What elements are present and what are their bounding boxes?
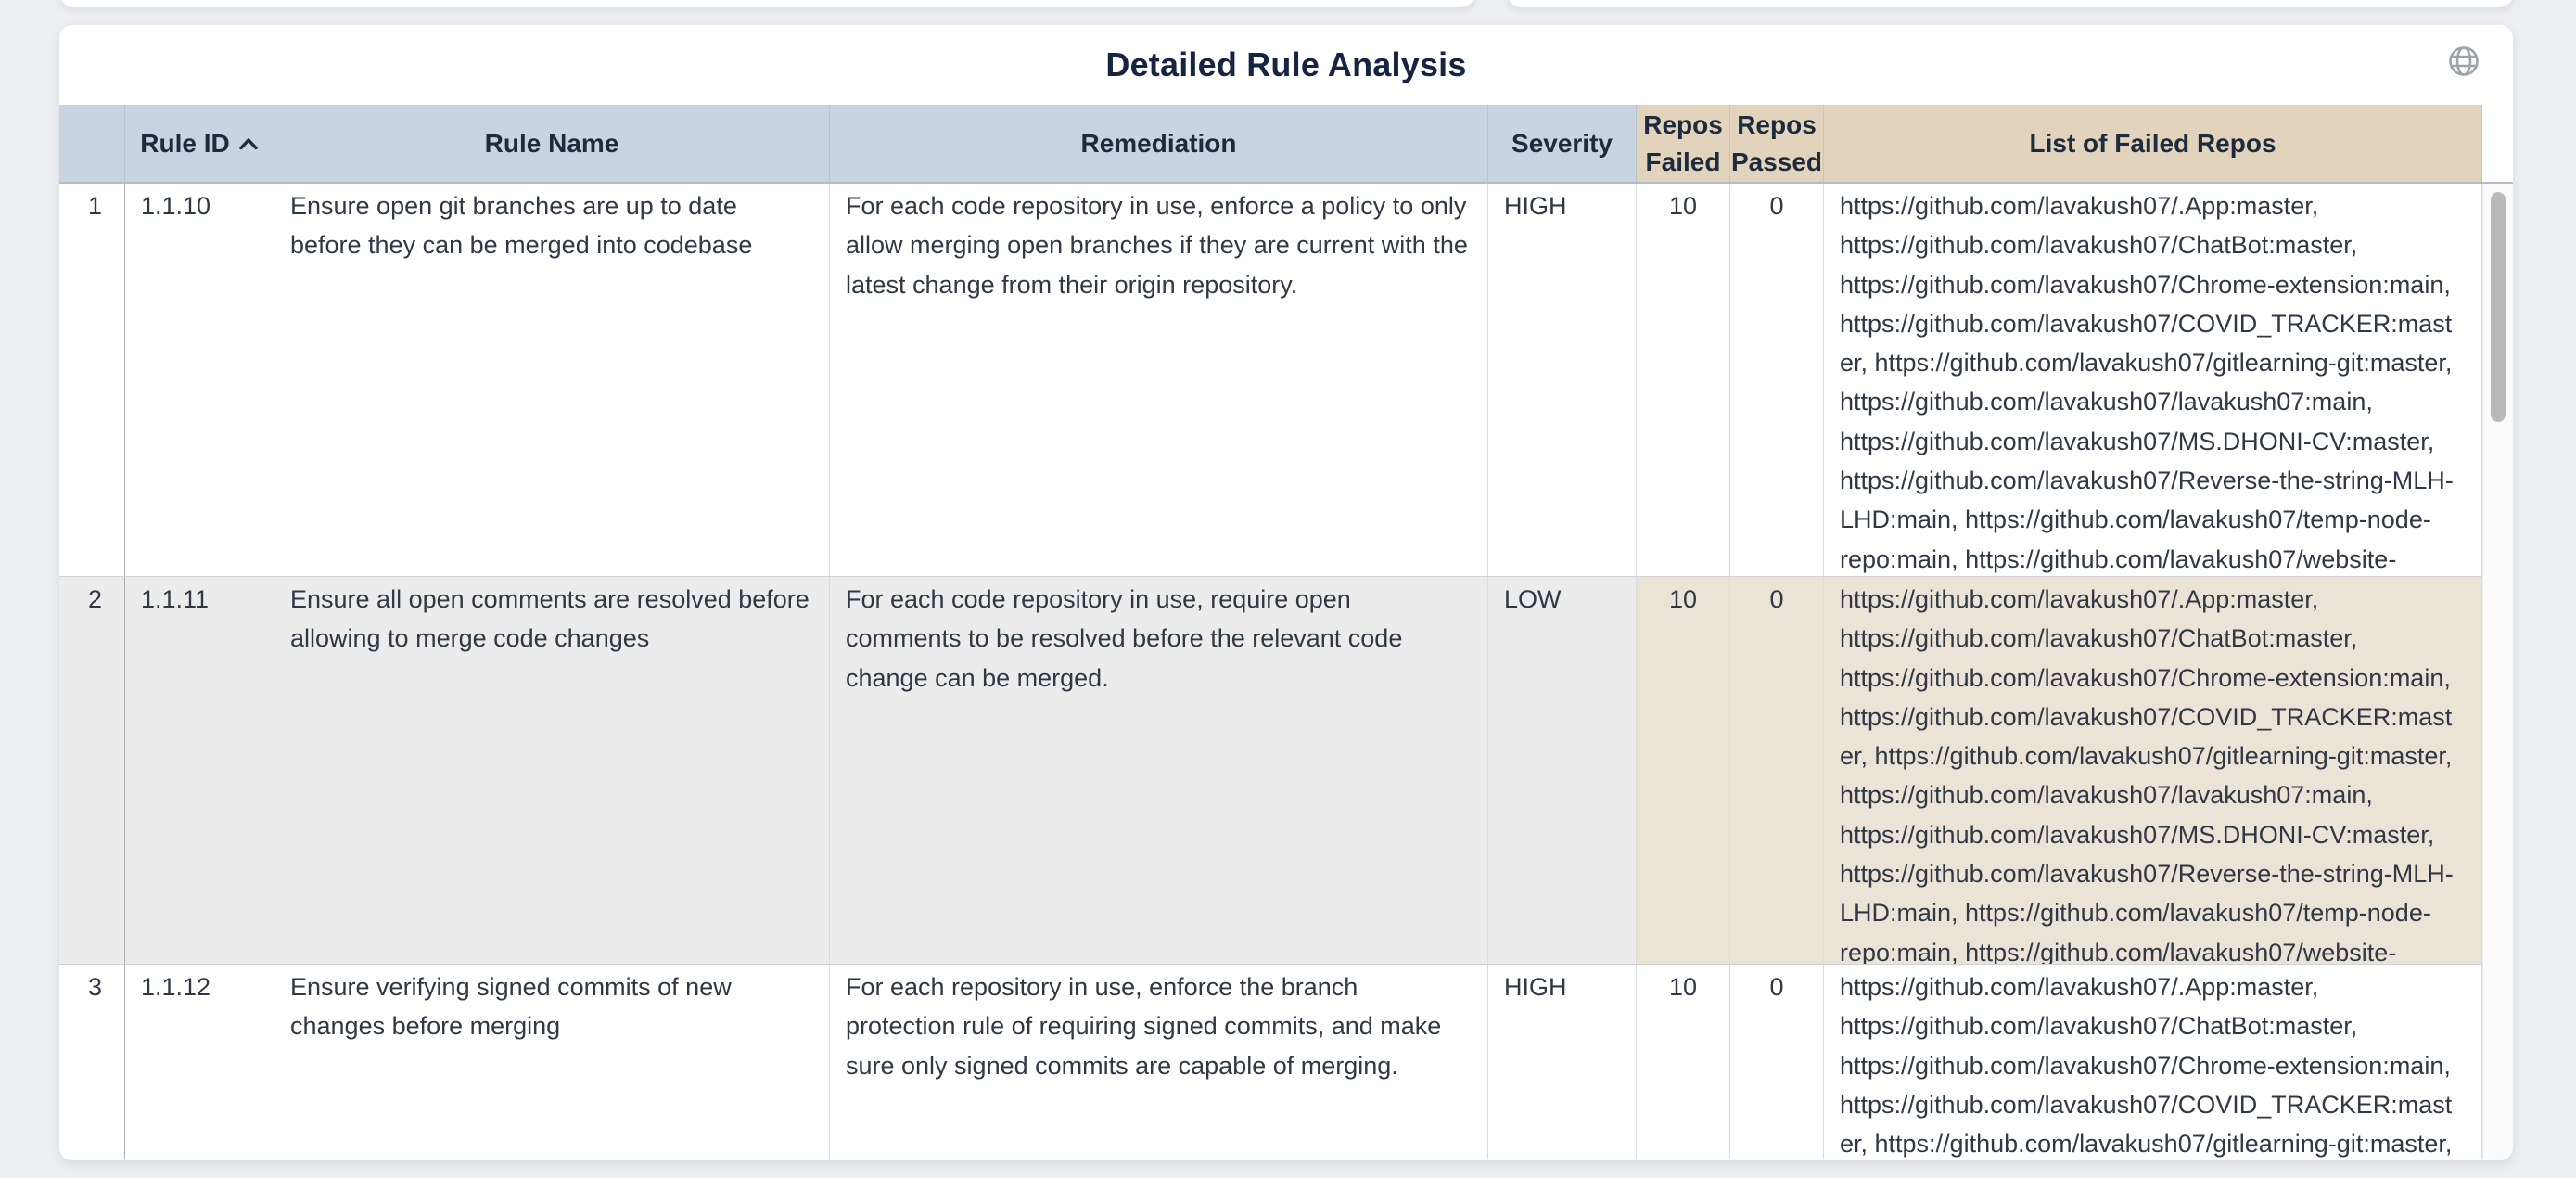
- header-row-index: [59, 105, 125, 182]
- globe-icon[interactable]: [2448, 45, 2480, 77]
- page-title: Detailed Rule Analysis: [59, 25, 2513, 105]
- header-rule-id-label: Rule ID: [140, 125, 229, 162]
- row-index: 2: [59, 577, 125, 964]
- vertical-scrollbar-thumb[interactable]: [2491, 192, 2506, 422]
- repos-failed-cell: 10: [1637, 577, 1730, 964]
- repos-passed-cell: 0: [1730, 965, 1824, 1159]
- rule-id-cell: 1.1.11: [125, 577, 274, 964]
- sort-ascending-icon[interactable]: [238, 136, 259, 151]
- table-row: 1 1.1.10 Ensure open git branches are up…: [59, 184, 2482, 577]
- header-failed-repos-list[interactable]: List of Failed Repos: [1824, 105, 2482, 182]
- repos-failed-cell: 10: [1637, 965, 1730, 1159]
- table-row: 3 1.1.12 Ensure verifying signed commits…: [59, 965, 2482, 1159]
- remediation-cell: For each code repository in use, enforce…: [830, 184, 1488, 576]
- previous-card-left: [59, 0, 1475, 7]
- failed-repos-list-cell: https://github.com/lavakush07/.App:maste…: [1824, 184, 2482, 576]
- detailed-rule-analysis-card: Detailed Rule Analysis Rule ID Rule Name…: [59, 25, 2513, 1160]
- failed-repos-list-cell: https://github.com/lavakush07/.App:maste…: [1824, 965, 2482, 1159]
- header-scrollbar-spacer: [2482, 105, 2513, 182]
- header-repos-failed[interactable]: Repos Failed: [1637, 105, 1730, 182]
- repos-passed-cell: 0: [1730, 184, 1824, 576]
- header-remediation[interactable]: Remediation: [830, 105, 1488, 182]
- table-body: 1 1.1.10 Ensure open git branches are up…: [59, 184, 2513, 1159]
- severity-cell: HIGH: [1488, 184, 1637, 576]
- repos-failed-cell: 10: [1637, 184, 1730, 576]
- repos-passed-cell: 0: [1730, 577, 1824, 964]
- remediation-cell: For each code repository in use, require…: [830, 577, 1488, 964]
- previous-card-right: [1507, 0, 2514, 7]
- header-rule-name[interactable]: Rule Name: [274, 105, 830, 182]
- table-row: 2 1.1.11 Ensure all open comments are re…: [59, 577, 2482, 965]
- severity-cell: HIGH: [1488, 965, 1637, 1159]
- header-rule-id[interactable]: Rule ID: [125, 105, 274, 182]
- remediation-cell: For each repository in use, enforce the …: [830, 965, 1488, 1159]
- vertical-scrollbar-track[interactable]: [2482, 184, 2513, 1160]
- rule-name-cell: Ensure open git branches are up to date …: [274, 184, 830, 576]
- row-index: 1: [59, 184, 125, 576]
- rule-id-cell: 1.1.12: [125, 965, 274, 1159]
- rule-id-cell: 1.1.10: [125, 184, 274, 576]
- severity-cell: LOW: [1488, 577, 1637, 964]
- failed-repos-list-cell: https://github.com/lavakush07/.App:maste…: [1824, 577, 2482, 964]
- rule-name-cell: Ensure all open comments are resolved be…: [274, 577, 830, 964]
- header-repos-passed[interactable]: Repos Passed: [1730, 105, 1824, 182]
- table-header-row: Rule ID Rule Name Remediation Severity R…: [59, 105, 2513, 184]
- rule-name-cell: Ensure verifying signed commits of new c…: [274, 965, 830, 1159]
- row-index: 3: [59, 965, 125, 1159]
- header-severity[interactable]: Severity: [1488, 105, 1637, 182]
- dashboard-page: { "page": { "title": "Detailed Rule Anal…: [0, 0, 2576, 1178]
